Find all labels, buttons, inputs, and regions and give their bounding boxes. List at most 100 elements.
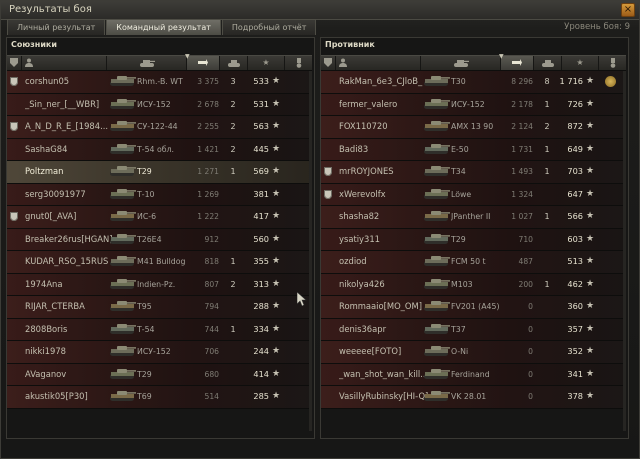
sort-indicator: ▼ [185, 53, 190, 60]
vehicle-name: T26E4 [137, 234, 162, 244]
damage-value: 0 [528, 347, 533, 356]
medal-cell [605, 386, 619, 407]
tab-team-result[interactable]: Командный результат [106, 19, 221, 35]
player-row[interactable]: Breaker26rus[HGAN] T26E4 912 560 ★ [7, 228, 312, 251]
player-row[interactable]: A_N_D_R_E_[1984... СУ-122-44 2 255 2 563 ★ [7, 116, 312, 139]
xp-value: 334 [253, 323, 269, 334]
platoon-icon [324, 189, 332, 199]
medal-cell [605, 71, 619, 92]
player-row[interactable]: ysatiy311 T29 710 603 ★ [321, 228, 626, 251]
xp-value: 1 716 [559, 76, 583, 86]
kills-column-header[interactable] [534, 56, 562, 70]
medal-column-header[interactable] [285, 56, 312, 70]
medal-cell [291, 229, 305, 250]
player-column-header[interactable] [22, 56, 107, 70]
player-row[interactable]: mrROYJONES T34 1 493 1 703 ★ [321, 161, 626, 184]
player-row[interactable]: _wan_shot_wan_kill... Ferdinand 0 341 ★ [321, 363, 626, 386]
player-row[interactable]: Poltzman T29 1 271 1 569 ★ [7, 161, 312, 184]
player-row[interactable]: serg30091977 Т-10 1 269 381 ★ [7, 183, 312, 206]
damage-column-header[interactable] [501, 56, 534, 70]
xp-column-header[interactable]: ★ [562, 56, 599, 70]
destroyed-tank-icon [227, 60, 240, 67]
player-row[interactable]: gnut0[_AVA] ИС-6 1 222 417 ★ [7, 206, 312, 229]
damage-column-header[interactable] [187, 56, 220, 70]
kills-value: 2 [230, 279, 236, 289]
vehicle-name: Т-54 [137, 324, 155, 334]
platoon-cell [324, 364, 336, 385]
player-row[interactable]: FOX110720 AMX 13 90 2 124 2 872 ★ [321, 116, 626, 139]
medal-cell [605, 161, 619, 182]
platoon-cell [10, 139, 22, 160]
xp-value: 341 [567, 368, 583, 379]
vehicle-name: FCM 50 t [451, 257, 486, 266]
kills-column-header[interactable] [220, 56, 248, 70]
experience-star-icon: ★ [586, 346, 595, 356]
title-bar[interactable]: Результаты боя × [1, 1, 639, 20]
tank-icon [423, 323, 450, 334]
player-row[interactable]: shasha82 JPanther II 1 027 1 566 ★ [321, 206, 626, 229]
player-row[interactable]: _Sin_ner_[__WBR] ИСУ-152 2 678 2 531 ★ [7, 93, 312, 116]
tank-icon [109, 143, 136, 154]
player-row[interactable]: xWerevolfx Löwe 1 324 647 ★ [321, 183, 626, 206]
close-button[interactable]: × [621, 3, 635, 17]
player-row[interactable]: nikki1978 ИСУ-152 706 244 ★ [7, 341, 312, 364]
vehicle-name: Т-54 обл. [137, 144, 175, 154]
kills-value: 1 [230, 324, 236, 334]
platoon-column-header[interactable] [7, 56, 22, 70]
tank-icon [109, 390, 136, 401]
player-name: serg30091977 [25, 188, 86, 199]
tab-detailed-report[interactable]: Подробный отчёт [221, 19, 317, 35]
kills-value: 8 [544, 77, 550, 86]
vehicle-name: T34 [451, 167, 466, 176]
damage-value: 2 178 [511, 99, 533, 109]
experience-star-icon: ★ [586, 391, 595, 401]
damage-value: 514 [204, 392, 220, 401]
achievement-icon[interactable] [605, 76, 616, 87]
player-row[interactable]: akustik05[P30] T69 514 285 ★ [7, 386, 312, 409]
medal-cell [291, 206, 305, 227]
vehicle-name: T29 [137, 369, 152, 379]
player-row[interactable]: Rommaaio[MO_OM] FV201 (A45) 0 360 ★ [321, 296, 626, 319]
platoon-cell [324, 386, 336, 407]
tank-icon [109, 323, 136, 334]
medal-column-header[interactable] [599, 56, 626, 70]
player-row[interactable]: weeeee[FOTO] O-Ni 0 352 ★ [321, 341, 626, 364]
vehicle-column-header[interactable] [108, 56, 187, 70]
player-row[interactable]: AVaganov T29 680 414 ★ [7, 363, 312, 386]
player-row[interactable]: RIJAR_CTERBA T95 794 288 ★ [7, 296, 312, 319]
platoon-column-header[interactable] [321, 56, 336, 70]
player-row[interactable]: corshun05 Rhm.-B. WT 3 375 3 533 ★ [7, 71, 312, 94]
vehicle-name: T95 [137, 302, 152, 311]
player-name: 2808Boris [25, 323, 68, 334]
platoon-cell [324, 71, 336, 92]
player-column-header[interactable] [336, 56, 421, 70]
enemies-scrollbar[interactable] [623, 71, 626, 431]
player-row[interactable]: RakMan_6e3_CJloB_ T30 8 296 8 1 716 ★ [321, 71, 626, 94]
vehicle-name: JPanther II [451, 212, 491, 221]
player-row[interactable]: Badi83 E-50 1 731 1 649 ★ [321, 138, 626, 161]
vehicle-column-header[interactable] [422, 56, 501, 70]
platoon-cell [10, 386, 22, 407]
vehicle-icon [109, 184, 136, 205]
xp-column-header[interactable]: ★ [248, 56, 285, 70]
window-title: Результаты боя [9, 4, 92, 15]
player-row[interactable]: SashaG84 Т-54 обл. 1 421 2 445 ★ [7, 138, 312, 161]
player-row[interactable]: 2808Boris Т-54 744 1 334 ★ [7, 318, 312, 341]
player-row[interactable]: nikolya426 M103 200 1 462 ★ [321, 273, 626, 296]
player-row[interactable]: VasillyRubinsky[HI-Q] VK 28.01 0 378 ★ [321, 386, 626, 409]
medal-cell [291, 184, 305, 205]
player-row[interactable]: KUDAR_RSO_15RUS M41 Bulldog 818 1 355 ★ [7, 251, 312, 274]
medal-cell [605, 184, 619, 205]
kills-value [535, 364, 559, 385]
experience-star-icon: ★ [272, 323, 281, 334]
vehicle-name: ИС-6 [137, 212, 157, 221]
tank-icon [109, 210, 136, 221]
player-row[interactable]: ozdiod FCM 50 t 487 513 ★ [321, 251, 626, 274]
player-row[interactable]: 1974Ana Indien-Pz. 807 2 313 ★ [7, 273, 312, 296]
kills-value: 1 [544, 144, 550, 154]
player-row[interactable]: fermer_valero ИСУ-152 2 178 1 726 ★ [321, 93, 626, 116]
tab-personal-result[interactable]: Личный результат [7, 19, 106, 35]
player-row[interactable]: denis36apr T37 0 357 ★ [321, 318, 626, 341]
allies-scrollbar[interactable] [309, 71, 312, 431]
kills-value [535, 251, 559, 272]
